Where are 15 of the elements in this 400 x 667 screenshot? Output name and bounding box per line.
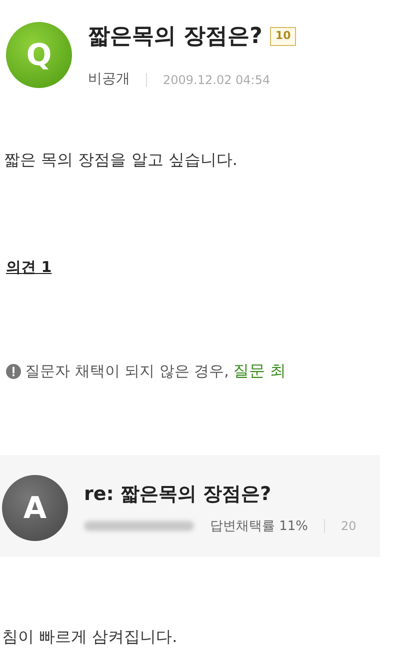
points-badge: 10 [270, 27, 296, 46]
avatar-icon: Q [6, 22, 72, 88]
avatar-icon: A [2, 475, 68, 541]
question-text: 짧은 목의 장점을 알고 싶습니다. [4, 149, 238, 171]
author-name: 비공개 [88, 70, 130, 89]
question-title: 짧은목의 장점은? [88, 23, 262, 51]
answer-text: 침이 빠르게 삼켜집니다. [2, 626, 178, 648]
answer-title: re: 짧은목의 장점은? [84, 482, 272, 507]
alert-icon [6, 364, 21, 378]
answer-date: 20 [341, 518, 356, 536]
opinion-heading: 의견 1 [6, 257, 52, 278]
question-date: 2009.12.02 04:54 [163, 72, 270, 88]
notice-text: 질문자 채택이 되지 않은 경우, [25, 360, 229, 382]
notice-link[interactable]: 질문 최 [232, 359, 286, 383]
adoption-rate: 답변채택률 11% [210, 518, 308, 536]
